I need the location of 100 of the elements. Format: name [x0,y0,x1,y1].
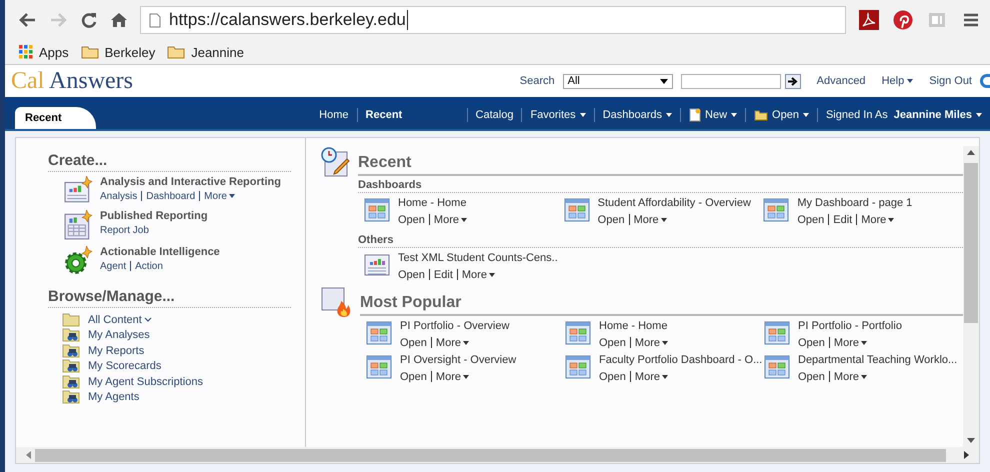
browse-link[interactable]: My Analyses [88,330,154,340]
create-link[interactable]: Agent [100,261,132,271]
nav-menu-item[interactable]: Recent [358,108,468,122]
binoculars-folder-icon [62,359,80,374]
item-action-link[interactable]: Open [398,269,430,280]
item-title[interactable]: Home - Home [398,197,475,209]
create-link[interactable]: Analysis [100,191,142,201]
item-title[interactable]: PI Portfolio - Overview [400,320,510,332]
item-action-link[interactable]: Open [797,214,830,225]
bookmark-item[interactable]: Jeannine [167,44,244,60]
item-title[interactable]: PI Portfolio - Portfolio [798,320,902,332]
folder-icon [62,312,80,327]
folder-icon [167,45,186,59]
apps-grid-icon [19,45,33,59]
user-menu[interactable]: Jeannine Miles [892,109,990,121]
report-chart-icon [364,252,390,278]
nav-menu-item[interactable]: Home [311,108,358,122]
item-action-link[interactable]: Open [598,214,630,225]
horizontal-scrollbar[interactable] [16,447,979,463]
binoculars-folder-icon [62,344,80,358]
new-document-icon [689,108,702,122]
group-heading: Others [358,231,963,248]
item-title[interactable]: Test XML Student Counts-Cens.. [398,252,558,264]
item-action-link[interactable]: Open [798,371,830,382]
browse-link[interactable]: All Content [88,314,156,325]
item-action-link[interactable]: More [436,337,473,348]
address-field[interactable]: https://calanswers.berkeley.edu [140,6,846,34]
create-item-title: Published Reporting [100,210,208,222]
browse-link[interactable]: My Agent Subscriptions [88,376,207,387]
dashboard-icon [764,320,790,346]
item-action-link[interactable]: More [634,371,672,382]
create-link[interactable]: Dashboard [146,191,200,201]
item-title[interactable]: Student Affordability - Overview [598,197,751,209]
clock-pencil-icon [320,146,352,178]
item-action-link[interactable]: More [861,214,898,225]
item-title[interactable]: Home - Home [599,320,676,332]
bookmark-item[interactable]: Berkeley [80,44,156,60]
folder-icon [754,109,768,121]
folder-icon [80,45,99,59]
binoculars-folder-icon [62,328,80,342]
header-link[interactable]: Advanced [816,75,866,87]
new-chart-report-icon [64,176,94,204]
item-title[interactable]: PI Oversight - Overview [400,354,516,366]
pdf-extension-icon[interactable] [858,9,880,31]
item-action-link[interactable]: More [834,371,871,382]
item-action-link[interactable]: More [834,337,871,348]
gear-icon [64,246,94,276]
nav-menu-item[interactable]: New [681,108,746,122]
new-table-report-icon [64,210,94,240]
caret-icon [976,113,982,117]
item-action-link[interactable]: More [436,371,473,382]
create-link[interactable]: More [204,191,239,201]
dashboard-icon [763,197,790,223]
bookmark-item[interactable]: Apps [19,44,69,60]
create-item-title: Actionable Intelligence [100,246,220,258]
item-action-link[interactable]: More [634,214,671,225]
item-title[interactable]: Departmental Teaching Worklo... [798,354,958,366]
create-link[interactable]: Action [135,261,167,271]
browse-link[interactable]: My Agents [88,392,144,402]
nav-menu-item[interactable]: Catalog [468,108,522,122]
item-action-link[interactable]: Edit [434,269,458,280]
item-action-link[interactable]: Open [798,337,830,348]
page-tab[interactable]: Recent [15,107,96,129]
item-title[interactable]: Faculty Portfolio Dashboard - O... [599,354,762,366]
dashboard-icon [364,197,390,223]
nav-menu-item[interactable]: Dashboards [594,108,682,122]
item-action-link[interactable]: More [434,214,471,225]
item-action-link[interactable]: Edit [833,214,858,225]
search-go-button[interactable] [784,74,801,88]
search-scope-dropdown[interactable]: All [562,74,673,88]
item-action-link[interactable]: More [462,269,499,280]
browse-link[interactable]: My Reports [88,346,148,356]
pin-extension-icon[interactable] [892,9,914,31]
dashboard-icon [565,320,591,346]
create-link[interactable]: Report Job [100,225,153,235]
vertical-scrollbar[interactable] [963,146,979,447]
item-action-link[interactable]: Open [400,337,432,348]
item-action-link[interactable]: Open [599,337,631,348]
section-heading: Browse/Manage... [48,288,291,308]
group-heading: Dashboards [358,176,963,193]
header-link[interactable]: Help [882,75,914,87]
item-title[interactable]: My Dashboard - page 1 [797,197,912,209]
dashboard-icon [564,197,590,223]
section-heading: Create... [48,152,291,172]
item-action-link[interactable]: More [634,337,672,348]
header-link[interactable]: Sign Out [929,75,972,87]
item-action-link[interactable]: Open [400,371,432,382]
browse-link[interactable]: My Scorecards [88,361,166,372]
nav-menu-item[interactable]: Open [746,108,818,122]
dashboard-icon [764,354,790,380]
nav-menu-item[interactable]: Favorites [522,108,595,122]
item-action-link[interactable]: Open [599,371,631,382]
search-field[interactable] [680,74,781,88]
binoculars-folder-icon [62,390,80,404]
dashboard-icon [565,354,591,380]
item-action-link[interactable]: Open [398,214,430,225]
app-logo: Cal Answers [11,68,134,94]
signed-in-label: Signed In As [824,109,889,121]
section-heading: Most Popular [360,286,963,316]
binoculars-folder-icon [62,374,80,389]
